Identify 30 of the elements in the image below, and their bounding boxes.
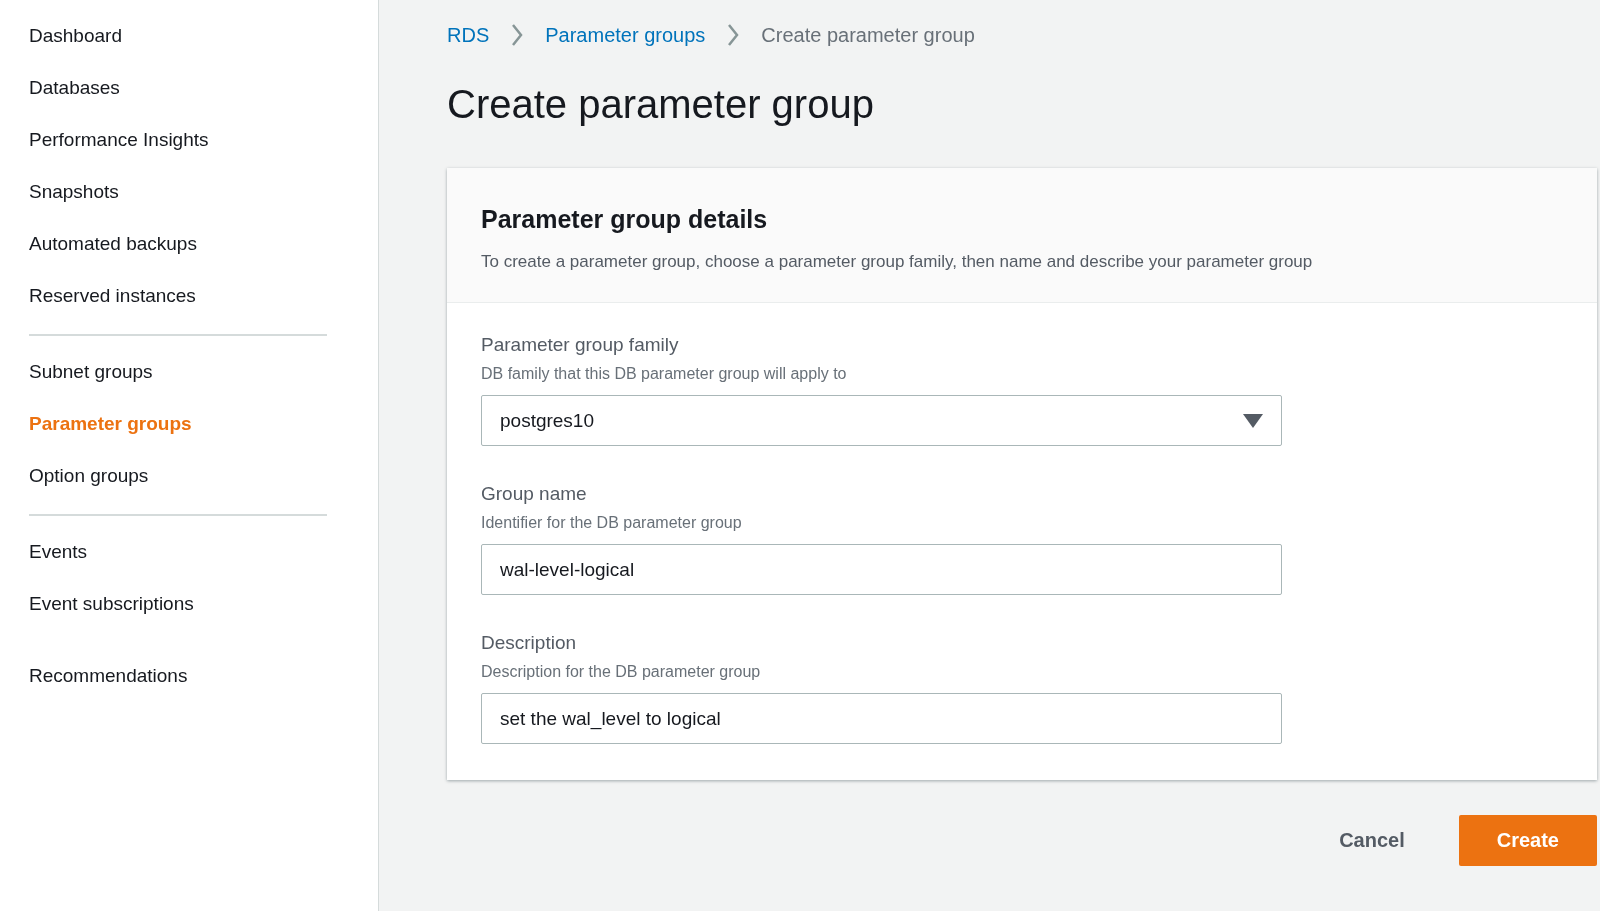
page-title: Create parameter group <box>447 81 875 128</box>
chevron-right-icon <box>511 23 524 47</box>
nav-link[interactable]: Reserved instances <box>29 280 196 312</box>
nav-link[interactable]: Recommendations <box>29 660 188 692</box>
chevron-right-icon <box>727 23 740 47</box>
input-field[interactable]: set the wal_level to logical <box>481 693 1282 744</box>
nav-link[interactable]: Automated backups <box>29 228 197 260</box>
nav-link[interactable]: Dashboard <box>29 20 122 52</box>
field-hint: Description for the DB parameter group <box>481 663 762 681</box>
nav-link[interactable]: Event subscriptions <box>29 588 194 620</box>
nav-link[interactable]: Subnet groups <box>29 356 153 388</box>
field-label: Parameter group family <box>481 333 680 357</box>
input-field[interactable]: wal-level-logical <box>481 544 1282 595</box>
nav-link[interactable]: Snapshots <box>29 176 119 208</box>
current-page-label: Create parameter group <box>761 23 975 47</box>
card-description: To create a parameter group, choose a parameter group family, then name and describe your parameter group <box>481 252 1314 272</box>
field-label: Group name <box>481 482 588 506</box>
nav-link[interactable]: Option groups <box>29 460 149 492</box>
select-field[interactable]: postgres10 <box>481 395 1282 446</box>
field-label: Description <box>481 631 578 655</box>
breadcrumb-link[interactable]: Parameter groups <box>545 23 706 47</box>
nav-link[interactable]: Performance Insights <box>29 124 209 156</box>
cancel-button[interactable]: Cancel <box>1301 815 1443 866</box>
card-title: Parameter group details <box>481 204 769 234</box>
breadcrumb-link[interactable]: RDS <box>447 23 490 47</box>
field-hint: DB family that this DB parameter group will apply to <box>481 365 848 383</box>
field-hint: Identifier for the DB parameter group <box>481 514 743 532</box>
nav-link[interactable]: Events <box>29 536 88 568</box>
caret-down-icon <box>1243 413 1263 428</box>
nav-link[interactable]: Databases <box>29 72 120 104</box>
